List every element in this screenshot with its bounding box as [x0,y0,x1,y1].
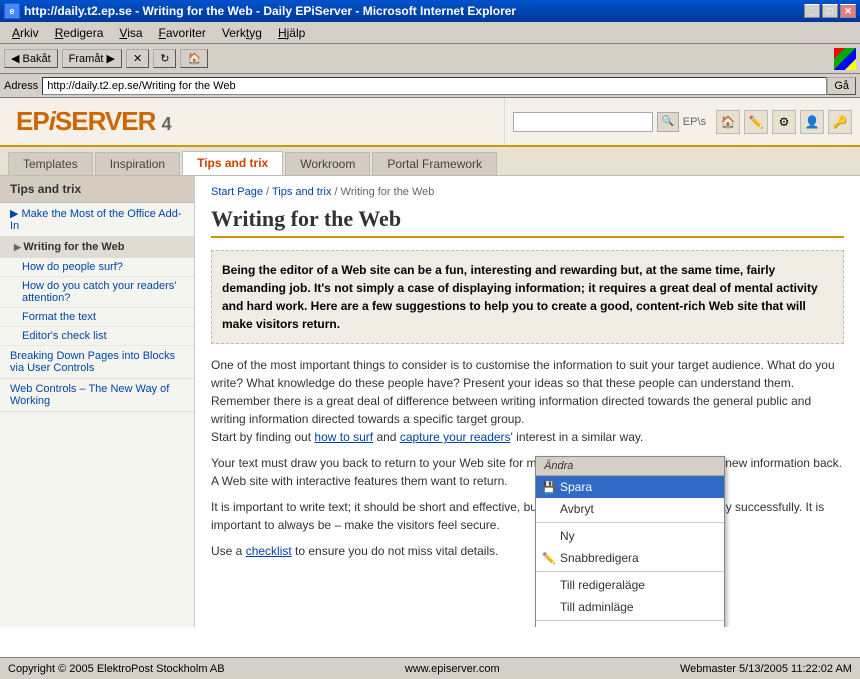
menu-arkiv[interactable]: Arkiv [4,24,47,42]
context-menu-snabbredigera[interactable]: ✏️Snabbredigera [536,547,724,569]
menu-verktyg[interactable]: Verktyg [214,24,270,42]
close-button[interactable]: ✕ [840,4,856,18]
context-separator-1 [536,522,724,523]
body-text: One of the most important things to cons… [211,356,844,560]
content-layout: Tips and trix ▶ Make the Most of the Off… [0,176,860,627]
browser-content: EPiSERVER 4 🔍 EP\s 🏠 ✏️ ⚙ 👤 🔑 Templates … [0,98,860,657]
username-label: EP\s [683,116,706,128]
context-menu-skriv-ut[interactable]: Skriv ut [536,623,724,627]
key-icon-btn[interactable]: 🔑 [828,110,852,134]
context-menu-till-admin[interactable]: Till adminläge [536,596,724,618]
user-icon-btn[interactable]: 👤 [800,110,824,134]
context-menu-title: Ändra [536,457,724,476]
maximize-button[interactable]: □ [822,4,838,18]
admin-icon-btn[interactable]: ⚙ [772,110,796,134]
sidebar-title: Tips and trix [0,176,194,203]
address-input[interactable] [42,77,827,95]
menu-favoriter[interactable]: Favoriter [151,24,214,42]
ie-icon: e [4,3,20,19]
nav-tabs: Templates Inspiration Tips and trix Work… [0,147,860,176]
sidebar-item-writing[interactable]: Writing for the Web [0,237,194,258]
sidebar-sub-format[interactable]: Format the text [0,308,194,327]
tab-templates[interactable]: Templates [8,152,93,175]
context-separator-3 [536,620,724,621]
breadcrumb-current: Writing for the Web [341,186,435,198]
breadcrumb: Start Page / Tips and trix / Writing for… [211,186,844,198]
refresh-button[interactable]: ↻ [153,49,176,68]
window-title: http://daily.t2.ep.se - Writing for the … [24,4,516,18]
edit-icon-btn[interactable]: ✏️ [744,110,768,134]
sidebar: Tips and trix ▶ Make the Most of the Off… [0,176,195,627]
menu-visa[interactable]: Visa [111,24,150,42]
link-surf[interactable]: how to surf [314,430,373,444]
title-bar: e http://daily.t2.ep.se - Writing for th… [0,0,860,22]
stop-button[interactable]: ✕ [126,49,149,68]
breadcrumb-tips[interactable]: Tips and trix [272,186,332,198]
link-capture[interactable]: capture your readers [400,430,511,444]
address-label: Adress [4,80,38,92]
status-bar: Copyright © 2005 ElektroPost Stockholm A… [0,657,860,679]
menu-bar: Arkiv Redigera Visa Favoriter Verktyg Hj… [0,22,860,44]
context-menu-till-redigera[interactable]: Till redigeraläge [536,574,724,596]
go-button[interactable]: Gå [827,77,856,95]
context-separator-2 [536,571,724,572]
page-title: Writing for the Web [211,206,844,238]
sidebar-sub-attention[interactable]: How do you catch your readers' attention… [0,277,194,308]
sidebar-sub-surf[interactable]: How do people surf? [0,258,194,277]
sidebar-sub-checklist[interactable]: Editor's check list [0,327,194,346]
search-button[interactable]: 🔍 [657,112,679,132]
sidebar-item-webcontrols[interactable]: Web Controls – The New Way of Working [0,379,194,412]
minimize-button[interactable]: _ [804,4,820,18]
context-menu-avbryt[interactable]: Avbryt [536,498,724,520]
breadcrumb-start[interactable]: Start Page [211,186,263,198]
back-button[interactable]: ◀ Bakåt [4,49,58,68]
episerver-logo: EPiSERVER 4 [16,106,488,137]
context-menu: Ändra 💾Spara Avbryt Ny ✏️Snabbredigera T… [535,456,725,627]
tab-portal-framework[interactable]: Portal Framework [372,152,497,175]
tab-workroom[interactable]: Workroom [285,152,370,175]
menu-hjalp[interactable]: Hjälp [270,24,313,42]
sidebar-item-office[interactable]: ▶ Make the Most of the Office Add-In [0,203,194,237]
context-menu-spara[interactable]: 💾Spara [536,476,724,498]
main-content: Start Page / Tips and trix / Writing for… [195,176,860,627]
ie-toolbar: ◀ Bakåt Framåt ▶ ✕ ↻ 🏠 [0,44,860,74]
windows-logo [834,48,856,70]
status-webmaster: Webmaster 5/13/2005 11:22:02 AM [680,663,852,675]
status-copyright: Copyright © 2005 ElektroPost Stockholm A… [8,663,225,675]
home-button[interactable]: 🏠 [180,49,208,68]
status-url: www.episerver.com [405,663,500,675]
sidebar-item-blocks[interactable]: Breaking Down Pages into Blocks via User… [0,346,194,379]
tab-inspiration[interactable]: Inspiration [95,152,180,175]
search-input[interactable] [513,112,653,132]
address-bar: Adress Gå [0,74,860,98]
episerver-header: EPiSERVER 4 🔍 EP\s 🏠 ✏️ ⚙ 👤 🔑 [0,98,860,147]
menu-redigera[interactable]: Redigera [47,24,112,42]
link-checklist[interactable]: checklist [246,544,292,558]
tab-tips-and-trix[interactable]: Tips and trix [182,151,283,175]
forward-button[interactable]: Framåt ▶ [62,49,122,68]
context-menu-ny[interactable]: Ny [536,525,724,547]
home-icon-btn[interactable]: 🏠 [716,110,740,134]
intro-box: Being the editor of a Web site can be a … [211,250,844,344]
